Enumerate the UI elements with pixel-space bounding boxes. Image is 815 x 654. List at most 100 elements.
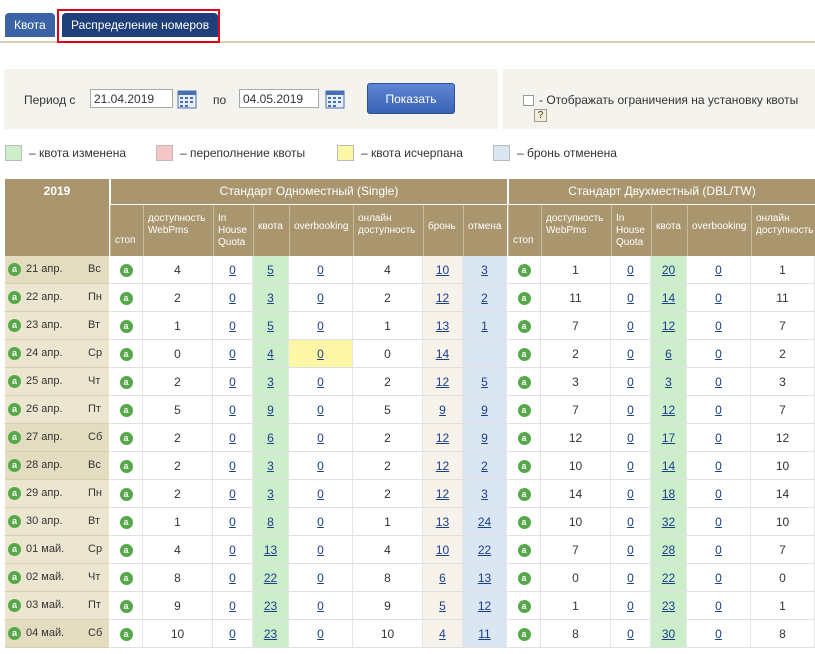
cell-link[interactable]: 0: [229, 347, 236, 361]
status-icon[interactable]: a: [8, 375, 21, 388]
table-cell[interactable]: 0: [213, 508, 253, 536]
cell-link[interactable]: 3: [267, 291, 274, 305]
tab-quota[interactable]: Квота: [5, 13, 55, 37]
table-cell[interactable]: 10: [423, 256, 463, 284]
cell-link[interactable]: 3: [481, 263, 488, 277]
cell-link[interactable]: 20: [662, 263, 675, 277]
cell-link[interactable]: 24: [478, 515, 491, 529]
cell-link[interactable]: 0: [627, 263, 634, 277]
table-cell[interactable]: 6: [651, 340, 687, 368]
stop-icon[interactable]: a: [119, 600, 133, 614]
cell-link[interactable]: 0: [317, 291, 324, 305]
cell-link[interactable]: 0: [627, 403, 634, 417]
cell-link[interactable]: 0: [229, 487, 236, 501]
cell-link[interactable]: 0: [715, 599, 722, 613]
table-cell[interactable]: 0: [687, 564, 751, 592]
table-cell[interactable]: 3: [253, 452, 289, 480]
stop-icon[interactable]: a: [517, 348, 531, 362]
date-from-input[interactable]: 21.04.2019: [90, 89, 173, 108]
cell-link[interactable]: 0: [229, 431, 236, 445]
table-cell[interactable]: 0: [611, 312, 651, 340]
cell-link[interactable]: 0: [317, 263, 324, 277]
stop-icon[interactable]: a: [517, 600, 531, 614]
status-icon[interactable]: a: [8, 431, 21, 444]
cell-link[interactable]: 9: [439, 403, 446, 417]
status-icon[interactable]: a: [8, 403, 21, 416]
cell-link[interactable]: 14: [662, 459, 675, 473]
cell-link[interactable]: 0: [229, 403, 236, 417]
table-cell[interactable]: 28: [651, 536, 687, 564]
cell-link[interactable]: 12: [436, 487, 449, 501]
table-cell[interactable]: 2: [463, 452, 507, 480]
stop-icon[interactable]: a: [119, 264, 133, 278]
table-cell[interactable]: 4: [423, 620, 463, 648]
table-cell[interactable]: 0: [213, 368, 253, 396]
stop-icon[interactable]: a: [119, 460, 133, 474]
table-cell[interactable]: 0: [213, 312, 253, 340]
table-cell[interactable]: 5: [253, 312, 289, 340]
table-cell[interactable]: 20: [651, 256, 687, 284]
table-cell[interactable]: 3: [651, 368, 687, 396]
table-cell[interactable]: 0: [611, 396, 651, 424]
cell-link[interactable]: 10: [436, 543, 449, 557]
cell-link[interactable]: 0: [627, 459, 634, 473]
table-cell[interactable]: 0: [289, 284, 353, 312]
stop-icon[interactable]: a: [119, 404, 133, 418]
stop-icon[interactable]: a: [517, 572, 531, 586]
table-cell[interactable]: 0: [213, 340, 253, 368]
cell-link[interactable]: 22: [264, 571, 277, 585]
cell-link[interactable]: 0: [715, 291, 722, 305]
table-cell[interactable]: 23: [651, 592, 687, 620]
cell-link[interactable]: 0: [317, 487, 324, 501]
table-cell[interactable]: 10: [423, 536, 463, 564]
cell-link[interactable]: 0: [317, 599, 324, 613]
status-icon[interactable]: a: [8, 347, 21, 360]
status-icon[interactable]: a: [8, 291, 21, 304]
cell-link[interactable]: 0: [715, 543, 722, 557]
cell-link[interactable]: 9: [481, 431, 488, 445]
cell-link[interactable]: 0: [715, 487, 722, 501]
cell-link[interactable]: 5: [267, 263, 274, 277]
table-cell[interactable]: 6: [253, 424, 289, 452]
status-icon[interactable]: a: [8, 487, 21, 500]
stop-icon[interactable]: a: [517, 628, 531, 642]
table-cell[interactable]: 0: [611, 592, 651, 620]
cell-link[interactable]: 0: [715, 459, 722, 473]
table-cell[interactable]: 3: [253, 368, 289, 396]
table-cell[interactable]: 32: [651, 508, 687, 536]
table-cell[interactable]: 0: [687, 340, 751, 368]
cell-link[interactable]: 0: [317, 627, 324, 641]
table-cell[interactable]: 5: [423, 592, 463, 620]
table-cell[interactable]: 0: [687, 592, 751, 620]
cell-link[interactable]: 2: [481, 291, 488, 305]
cell-link[interactable]: 0: [715, 627, 722, 641]
cell-link[interactable]: 3: [267, 459, 274, 473]
stop-icon[interactable]: a: [119, 320, 133, 334]
table-cell[interactable]: 0: [213, 564, 253, 592]
table-cell[interactable]: 18: [651, 480, 687, 508]
cell-link[interactable]: 0: [715, 515, 722, 529]
table-cell[interactable]: 11: [463, 620, 507, 648]
table-cell[interactable]: 13: [423, 508, 463, 536]
table-cell[interactable]: 14: [423, 340, 463, 368]
table-cell[interactable]: 0: [289, 592, 353, 620]
table-cell[interactable]: 0: [213, 396, 253, 424]
table-cell[interactable]: 1: [463, 312, 507, 340]
cell-link[interactable]: 12: [436, 291, 449, 305]
table-cell[interactable]: 22: [651, 564, 687, 592]
table-cell[interactable]: 9: [253, 396, 289, 424]
cell-link[interactable]: 3: [665, 375, 672, 389]
table-cell[interactable]: 0: [611, 368, 651, 396]
table-cell[interactable]: 0: [213, 452, 253, 480]
table-cell[interactable]: 6: [423, 564, 463, 592]
table-cell[interactable]: 0: [611, 256, 651, 284]
cell-link[interactable]: 0: [317, 543, 324, 557]
cell-link[interactable]: 1: [481, 319, 488, 333]
table-cell[interactable]: 13: [423, 312, 463, 340]
table-cell[interactable]: 5: [463, 368, 507, 396]
table-cell[interactable]: 0: [687, 424, 751, 452]
table-cell[interactable]: 0: [289, 452, 353, 480]
table-cell[interactable]: 3: [253, 284, 289, 312]
cell-link[interactable]: 0: [317, 571, 324, 585]
status-icon[interactable]: a: [8, 627, 21, 640]
